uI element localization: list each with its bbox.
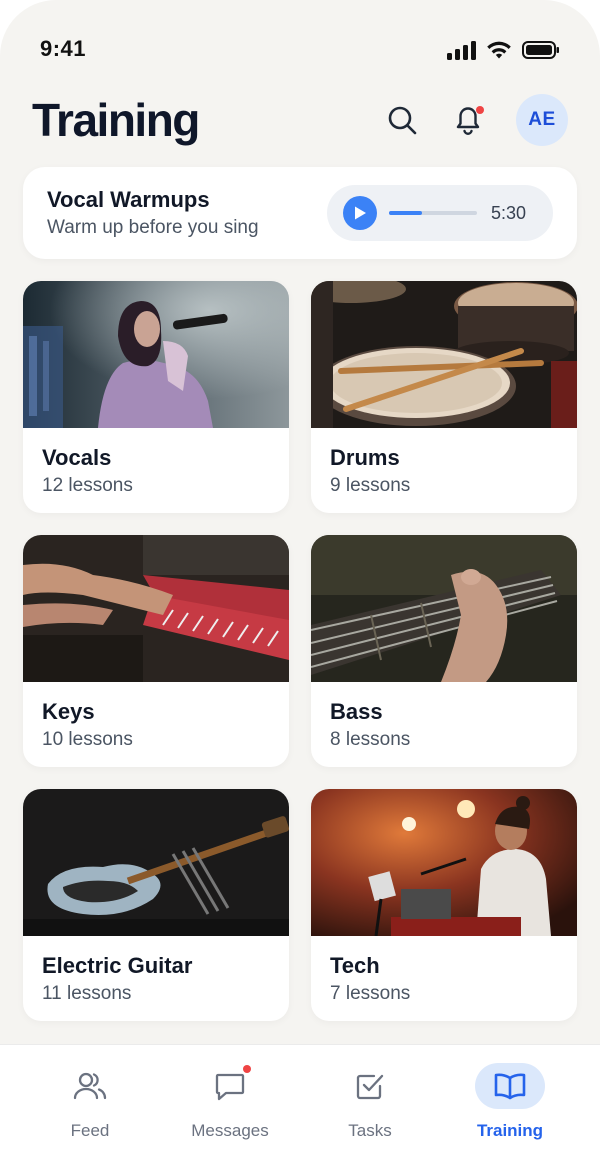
play-button[interactable] [343,196,377,230]
tab-icon-wrap [475,1063,545,1109]
course-name: Tech [330,953,380,978]
tab-tasks[interactable]: Tasks [310,1045,430,1169]
course-name: Keys [42,699,95,724]
tab-label: Tasks [348,1121,392,1140]
electric-guitar-image [23,789,289,936]
course-info: Vocals 12 lessons [23,428,289,497]
tab-training[interactable]: Training [450,1045,570,1169]
course-name: Electric Guitar [42,953,193,978]
course-lesson-count: 11 lessons [42,983,132,1004]
play-icon [355,206,366,220]
battery-icon [522,41,559,59]
header-actions: AE [384,94,568,146]
drums-image [311,281,577,428]
course-card-electric-guitar[interactable]: Electric Guitar 11 lessons [23,789,289,1021]
audio-player: 5:30 [327,185,553,241]
tab-icon-wrap [195,1063,265,1109]
tab-label: Feed [70,1121,110,1140]
phone-screen: 9:41 Training AE Vocal Warmups Warm up b… [0,0,600,1169]
avatar[interactable]: AE [516,94,568,146]
status-bar: 9:41 [0,0,600,90]
course-card-vocals[interactable]: Vocals 12 lessons [23,281,289,513]
course-info: Keys 10 lessons [23,682,289,751]
header: Training AE [32,92,568,148]
notifications-button[interactable] [450,102,486,138]
tab-messages[interactable]: Messages [170,1045,290,1169]
status-icons [447,40,560,60]
message-icon [215,1073,245,1101]
course-card-tech[interactable]: Tech 7 lessons [311,789,577,1021]
search-icon [388,106,417,135]
warmup-text: Vocal Warmups Warm up before you sing [47,187,327,239]
course-lesson-count: 10 lessons [42,729,133,750]
tab-feed[interactable]: Feed [30,1045,150,1169]
course-grid: Vocals 12 lessons Drums 9 lessons Keys 1… [23,281,577,1021]
course-card-bass[interactable]: Bass 8 lessons [311,535,577,767]
bass-image [311,535,577,682]
warmup-title: Vocal Warmups [47,187,210,212]
course-info: Drums 9 lessons [311,428,577,497]
keys-image [23,535,289,682]
users-icon [73,1072,107,1100]
tab-label: Messages [191,1121,269,1140]
vocals-image [23,281,289,428]
course-card-drums[interactable]: Drums 9 lessons [311,281,577,513]
progress-fill [389,211,423,215]
course-lesson-count: 12 lessons [42,475,133,496]
duration: 5:30 [491,202,527,223]
course-name: Bass [330,699,383,724]
cellular-signal-icon [447,40,476,60]
course-lesson-count: 8 lessons [330,729,411,750]
page-title: Training [32,94,200,146]
tab-label: Training [476,1121,544,1140]
search-button[interactable] [384,102,420,138]
wifi-icon [487,41,511,59]
progress-bar[interactable] [389,211,477,215]
tech-image [311,789,577,936]
course-name: Vocals [42,445,112,470]
course-name: Drums [330,445,400,470]
tab-bar: Feed Messages Tasks Training [0,1044,600,1169]
checkbox-icon [356,1074,384,1100]
course-info: Electric Guitar 11 lessons [23,936,289,1005]
tab-icon-wrap [335,1063,405,1109]
warmup-subtitle: Warm up before you sing [47,217,259,238]
warmup-card[interactable]: Vocal Warmups Warm up before you sing 5:… [23,167,577,259]
course-card-keys[interactable]: Keys 10 lessons [23,535,289,767]
notification-badge [476,106,484,114]
course-lesson-count: 9 lessons [330,475,411,496]
status-time: 9:41 [40,36,87,61]
course-info: Bass 8 lessons [311,682,577,751]
course-lesson-count: 7 lessons [330,983,411,1004]
course-info: Tech 7 lessons [311,936,577,1005]
book-icon [494,1073,526,1100]
tab-icon-wrap [55,1063,125,1109]
messages-badge [243,1065,251,1073]
